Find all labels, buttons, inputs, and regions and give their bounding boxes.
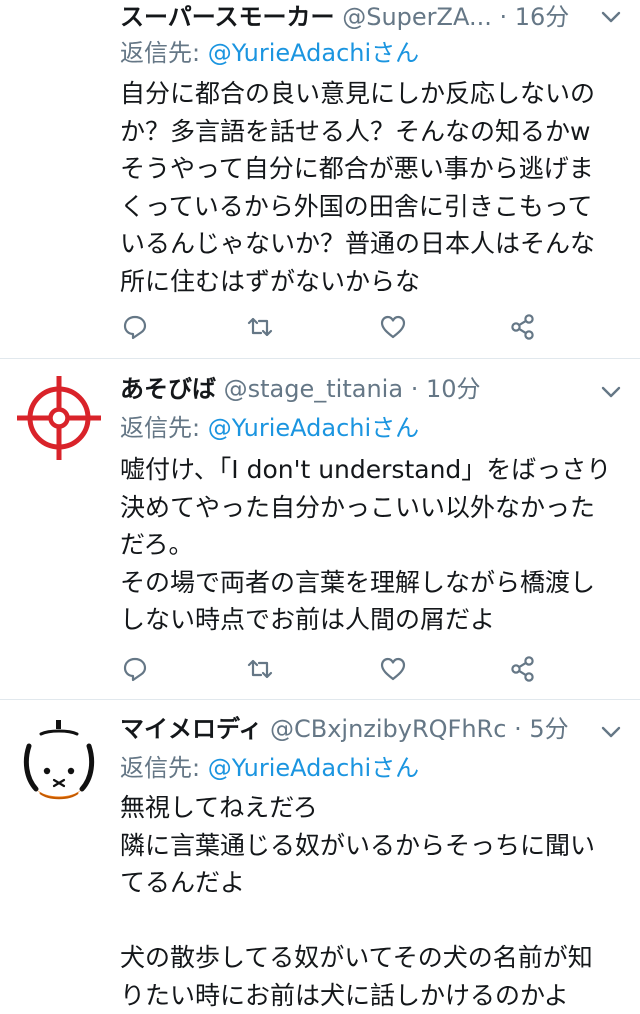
- user-handle[interactable]: @SuperZA...: [342, 3, 492, 31]
- chevron-down-icon[interactable]: [600, 721, 622, 743]
- timestamp[interactable]: 5分: [529, 715, 568, 743]
- chevron-down-icon[interactable]: [600, 6, 622, 28]
- avatar[interactable]: [14, 373, 104, 463]
- reply-context: 返信先: @YurieAdachiさん: [120, 36, 419, 70]
- separator-dot: ·: [411, 375, 419, 403]
- tweet-text-line: てるんだよ: [120, 864, 625, 902]
- user-handle[interactable]: @CBxjnzibyRQFhRc: [270, 715, 506, 743]
- reply-context: 返信先: @YurieAdachiさん: [120, 751, 419, 785]
- reply-target-link[interactable]: @YurieAdachiさん: [208, 754, 419, 782]
- tweet-text: 嘘付け、「I don't understand」をばっさり 決めてやった自分かっ…: [120, 451, 625, 639]
- tweet-text-line: いるんじゃないか？普通の日本人はそんな: [120, 225, 625, 263]
- reply-prefix: 返信先:: [120, 39, 200, 67]
- reply-icon[interactable]: [120, 312, 150, 342]
- timestamp[interactable]: 16分: [515, 3, 570, 31]
- tweet-text-line: くっているから外国の田舎に引きこもって: [120, 188, 625, 226]
- tweet-text-line: 自分に都合の良い意見にしか反応しないの: [120, 75, 625, 113]
- tweet-header: マイメロディ @CBxjnzibyRQFhRc · 5分: [120, 712, 590, 746]
- tweet-header: あそびば @stage_titania · 10分: [120, 372, 590, 406]
- tweet-text-line: か？多言語を話せる人？そんなの知るかw: [120, 113, 625, 151]
- tweet-text-line: その場で両者の言葉を理解しながら橋渡し: [120, 564, 625, 602]
- tweet-text-line: [120, 902, 625, 940]
- tweet-2[interactable]: あそびば @stage_titania · 10分 返信先: @YurieAda…: [0, 359, 640, 699]
- separator-dot: ·: [499, 3, 507, 31]
- tweet-text-line: しない時点でお前は人間の屑だよ: [120, 601, 625, 639]
- share-icon[interactable]: [508, 312, 538, 342]
- chevron-down-icon[interactable]: [600, 381, 622, 403]
- tweet-text-line: だろ。: [120, 526, 625, 564]
- tweet-header: スーパースモーカー @SuperZA... · 16分: [120, 0, 590, 34]
- user-handle[interactable]: @stage_titania: [224, 375, 403, 403]
- display-name[interactable]: あそびば: [120, 375, 216, 403]
- reply-prefix: 返信先:: [120, 754, 200, 782]
- tweet-text-line: 無視してねえだろ: [120, 789, 625, 827]
- tweet-1[interactable]: スーパースモーカー @SuperZA... · 16分 返信先: @YurieA…: [0, 0, 640, 358]
- crosshair-icon: [14, 373, 104, 463]
- retweet-icon[interactable]: [245, 312, 275, 342]
- timestamp[interactable]: 10分: [426, 375, 481, 403]
- separator-dot: ·: [514, 715, 522, 743]
- tweet-text: 無視してねえだろ 隣に言葉通じる奴がいるからそっちに聞い てるんだよ 犬の散歩し…: [120, 789, 625, 1014]
- tweet-text-line: 決めてやった自分かっこいい以外なかった: [120, 489, 625, 527]
- tweet-text-line: 犬の散歩してる奴がいてその犬の名前が知: [120, 939, 625, 977]
- tweet-text-line: 隣に言葉通じる奴がいるからそっちに聞い: [120, 827, 625, 865]
- display-name[interactable]: スーパースモーカー: [120, 3, 335, 31]
- miffy-face-icon: [14, 716, 104, 806]
- tweet-text-line: 嘘付け、「I don't understand」をばっさり: [120, 451, 625, 489]
- tweet-3[interactable]: マイメロディ @CBxjnzibyRQFhRc · 5分 返信先: @Yurie…: [0, 700, 640, 1003]
- avatar[interactable]: [14, 716, 104, 806]
- reply-target-link[interactable]: @YurieAdachiさん: [208, 39, 419, 67]
- tweet-text-line: りたい時にお前は犬に話しかけるのかよ: [120, 977, 625, 1014]
- heart-icon[interactable]: [378, 654, 408, 684]
- display-name[interactable]: マイメロディ: [120, 715, 262, 743]
- tweet-text-line: 所に住むはずがないからな: [120, 263, 625, 301]
- reply-context: 返信先: @YurieAdachiさん: [120, 411, 419, 445]
- share-icon[interactable]: [508, 654, 538, 684]
- tweet-text-line: そうやって自分に都合が悪い事から逃げま: [120, 150, 625, 188]
- tweet-actions: [120, 312, 540, 342]
- reply-icon[interactable]: [120, 654, 150, 684]
- reply-prefix: 返信先:: [120, 414, 200, 442]
- tweet-text: 自分に都合の良い意見にしか反応しないの か？多言語を話せる人？そんなの知るかw …: [120, 75, 625, 300]
- heart-icon[interactable]: [378, 312, 408, 342]
- reply-target-link[interactable]: @YurieAdachiさん: [208, 414, 419, 442]
- retweet-icon[interactable]: [245, 654, 275, 684]
- tweet-actions: [120, 654, 540, 684]
